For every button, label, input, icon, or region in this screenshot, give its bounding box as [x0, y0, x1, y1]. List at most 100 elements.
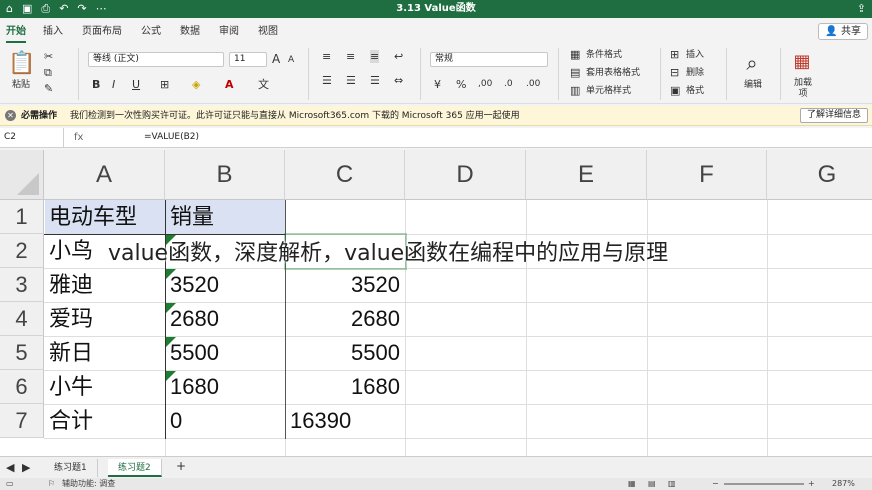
- format-cells-label[interactable]: 格式: [686, 86, 704, 97]
- formula-input[interactable]: =VALUE(B2): [144, 131, 199, 144]
- edit-label[interactable]: 编辑: [744, 80, 762, 91]
- cell-a1[interactable]: 电动车型: [44, 200, 165, 234]
- next-sheet-icon[interactable]: ▶: [22, 461, 30, 474]
- cell-c5[interactable]: 5500: [285, 336, 405, 370]
- zoom-in-icon[interactable]: +: [808, 478, 815, 490]
- wrap-text-icon[interactable]: ↩: [394, 50, 403, 63]
- column-header-g[interactable]: G: [767, 150, 872, 200]
- fx-icon[interactable]: fx: [74, 131, 83, 144]
- paste-icon[interactable]: 📋: [8, 50, 35, 78]
- sheet-tab-1[interactable]: 练习题1: [44, 459, 98, 477]
- add-sheet-button[interactable]: +: [176, 460, 186, 473]
- tab-view[interactable]: 视图: [258, 25, 278, 39]
- align-center-icon[interactable]: ☰: [346, 74, 356, 87]
- align-right-icon[interactable]: ☰: [370, 74, 380, 87]
- sheet-tab-2[interactable]: 练习题2: [108, 459, 162, 477]
- currency-icon[interactable]: ¥: [434, 78, 441, 91]
- underline-button[interactable]: U: [132, 78, 140, 91]
- conditional-format-label[interactable]: 条件格式: [586, 50, 622, 61]
- format-cells-icon[interactable]: ▣: [670, 84, 680, 97]
- align-bottom-icon[interactable]: ≡: [370, 50, 380, 63]
- cell-style-icon[interactable]: ▥: [570, 84, 580, 97]
- table-format-label[interactable]: 套用表格格式: [586, 68, 640, 79]
- align-top-icon[interactable]: ≡: [322, 50, 331, 63]
- format-painter-icon[interactable]: ✎: [44, 82, 53, 95]
- column-header-a[interactable]: A: [44, 150, 165, 200]
- zoom-out-icon[interactable]: −: [712, 478, 719, 490]
- addins-label[interactable]: 加载项: [792, 78, 814, 100]
- tab-page-layout[interactable]: 页面布局: [82, 25, 122, 39]
- cell-b6[interactable]: 1680: [165, 370, 285, 404]
- select-all-corner[interactable]: [0, 150, 44, 200]
- increase-decimal-icon[interactable]: .0: [504, 78, 513, 91]
- row-header-1[interactable]: 1: [0, 200, 44, 234]
- cell-b7[interactable]: 0: [165, 404, 285, 438]
- column-header-b[interactable]: B: [165, 150, 285, 200]
- accessibility-status[interactable]: 辅助功能: 调查: [62, 478, 115, 490]
- cell-b3[interactable]: 3520: [165, 268, 285, 302]
- font-shrink-icon[interactable]: A: [288, 54, 294, 67]
- row-header-4[interactable]: 4: [0, 302, 44, 336]
- cell-b1[interactable]: 销量: [165, 200, 285, 234]
- merge-icon[interactable]: ⇔: [394, 74, 403, 87]
- search-icon[interactable]: ⌕: [740, 50, 764, 76]
- cell-b4[interactable]: 2680: [165, 302, 285, 336]
- font-size-select[interactable]: 11: [229, 52, 267, 67]
- column-header-c[interactable]: C: [285, 150, 405, 200]
- cell-b5[interactable]: 5500: [165, 336, 285, 370]
- number-format-select[interactable]: 常规: [430, 52, 548, 67]
- page-layout-view-icon[interactable]: ▤: [648, 478, 656, 490]
- cell-c4[interactable]: 2680: [285, 302, 405, 336]
- cell-c7[interactable]: 16390: [285, 404, 405, 438]
- row-header-2[interactable]: 2: [0, 234, 44, 268]
- cell-a5[interactable]: 新日: [44, 336, 165, 370]
- share-button[interactable]: 👤 共享: [818, 23, 868, 40]
- bold-button[interactable]: B: [92, 78, 100, 91]
- cell-c6[interactable]: 1680: [285, 370, 405, 404]
- tab-home[interactable]: 开始: [6, 25, 26, 43]
- cell-a6[interactable]: 小牛: [44, 370, 165, 404]
- cell-a7[interactable]: 合计: [44, 404, 165, 438]
- font-name-select[interactable]: 等线 (正文): [88, 52, 224, 67]
- fill-color-icon[interactable]: ◈: [192, 78, 200, 91]
- tab-data[interactable]: 数据: [180, 25, 200, 39]
- zoom-slider[interactable]: [724, 483, 804, 485]
- font-color-icon[interactable]: A: [225, 78, 234, 91]
- font-grow-icon[interactable]: A: [272, 53, 280, 66]
- cell-a4[interactable]: 爱玛: [44, 302, 165, 336]
- cell-style-label[interactable]: 单元格样式: [586, 86, 631, 97]
- prev-sheet-icon[interactable]: ◀: [6, 461, 14, 474]
- tab-review[interactable]: 审阅: [219, 25, 239, 39]
- phonetic-icon[interactable]: 文: [258, 78, 269, 91]
- learn-more-button[interactable]: 了解详细信息: [799, 108, 868, 123]
- italic-button[interactable]: I: [112, 78, 115, 91]
- cut-icon[interactable]: ✂: [44, 50, 53, 63]
- column-header-e[interactable]: E: [526, 150, 647, 200]
- insert-cells-icon[interactable]: ⊞: [670, 48, 679, 61]
- borders-icon[interactable]: ⊞: [160, 78, 169, 91]
- delete-cells-icon[interactable]: ⊟: [670, 66, 679, 79]
- align-left-icon[interactable]: ☰: [322, 74, 332, 87]
- align-middle-icon[interactable]: ≡: [346, 50, 355, 63]
- share-icon[interactable]: ⇪: [857, 2, 866, 16]
- row-header-5[interactable]: 5: [0, 336, 44, 370]
- insert-cells-label[interactable]: 插入: [686, 50, 704, 61]
- row-header-7[interactable]: 7: [0, 404, 44, 438]
- cell-a3[interactable]: 雅迪: [44, 268, 165, 302]
- table-format-icon[interactable]: ▤: [570, 66, 580, 79]
- tab-insert[interactable]: 插入: [43, 25, 63, 39]
- comma-icon[interactable]: ,00: [478, 78, 492, 91]
- tab-formulas[interactable]: 公式: [141, 25, 161, 39]
- page-break-view-icon[interactable]: ▥: [668, 478, 676, 490]
- cell-c3[interactable]: 3520: [285, 268, 405, 302]
- row-header-6[interactable]: 6: [0, 370, 44, 404]
- percent-icon[interactable]: %: [456, 78, 466, 91]
- decrease-decimal-icon[interactable]: .00: [526, 78, 540, 91]
- column-header-d[interactable]: D: [405, 150, 526, 200]
- normal-view-icon[interactable]: ▦: [628, 478, 636, 490]
- column-header-f[interactable]: F: [647, 150, 767, 200]
- conditional-format-icon[interactable]: ▦: [570, 48, 580, 61]
- row-header-3[interactable]: 3: [0, 268, 44, 302]
- name-box[interactable]: C2: [0, 128, 64, 147]
- delete-cells-label[interactable]: 删除: [686, 68, 704, 79]
